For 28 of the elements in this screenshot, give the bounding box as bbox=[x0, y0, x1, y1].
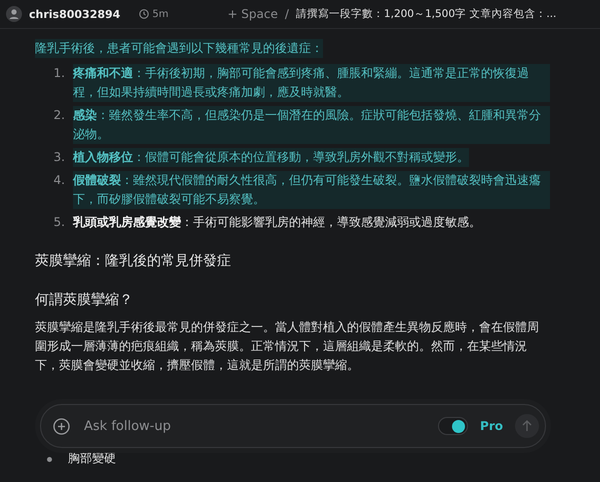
username: chris80032894 bbox=[29, 8, 120, 20]
list-number: 2. bbox=[52, 107, 65, 124]
elapsed-time: 5m bbox=[152, 8, 168, 20]
list-number: 3. bbox=[52, 149, 65, 166]
arrow-up-icon bbox=[522, 420, 532, 432]
follow-up-input[interactable]: Ask follow-up bbox=[82, 418, 426, 434]
list-item-text: 感染：雖然發生率不高，但感染仍是一個潛在的風險。症狀可能包括發燒、紅腫和異常分泌物。 bbox=[73, 106, 550, 144]
section-title: 莢膜攣縮：隆乳後的常見併發症 bbox=[35, 252, 232, 271]
thread-title: 請撰寫一段字數：1,200～1,500字 文章內容包含：... bbox=[296, 7, 556, 21]
add-icon[interactable] bbox=[53, 418, 70, 434]
subheading: 何謂莢膜攣縮？ bbox=[35, 291, 134, 310]
pro-label: Pro bbox=[480, 419, 503, 433]
bullet-icon bbox=[47, 457, 52, 462]
list-item-text: 植入物移位：假體可能會從原本的位置移動，導致乳房外觀不對稱或變形。 bbox=[73, 148, 469, 167]
intro-text: 隆乳手術後，患者可能會遇到以下幾種常見的後遺症： bbox=[35, 39, 323, 58]
pro-toggle[interactable] bbox=[438, 417, 468, 435]
avatar-icon[interactable] bbox=[6, 6, 22, 22]
clock-icon bbox=[139, 9, 150, 19]
list-number: 5. bbox=[52, 214, 65, 231]
list-number: 4. bbox=[52, 172, 65, 189]
send-button[interactable] bbox=[515, 414, 539, 438]
list-number: 1. bbox=[52, 65, 65, 82]
list-item-text: 假體破裂：雖然現代假體的耐久性很高，但仍有可能發生破裂。鹽水假體破裂時會迅速癟下，而矽膠假體破裂可能不易察覺。 bbox=[73, 171, 550, 209]
list-item-text: 疼痛和不適：手術後初期，胸部可能會感到疼痛、腫脹和緊繃。這通常是正常的恢復過程，但如果持續時間過長或疼痛加劇，應及時就醫。 bbox=[73, 64, 550, 102]
breadcrumb-separator: / bbox=[284, 7, 289, 21]
paragraph: 莢膜攣縮是隆乳手術後最常見的併發症之一。當人體對植入的假體產生異物反應時，會在假體周圍形成一層薄薄的疤痕組織，稱為莢膜。正常情況下，這層組織是柔軟的。然而，在某些情況下，莢膜會變硬並收縮，擠壓假體，這就是所謂的莢膜攣縮。 bbox=[35, 319, 540, 374]
list-item-text: 乳頭或乳房感覺改變：手術可能影響乳房的神經，導致感覺減弱或過度敏感。 bbox=[73, 214, 481, 231]
space-link[interactable]: + Space bbox=[227, 7, 278, 21]
